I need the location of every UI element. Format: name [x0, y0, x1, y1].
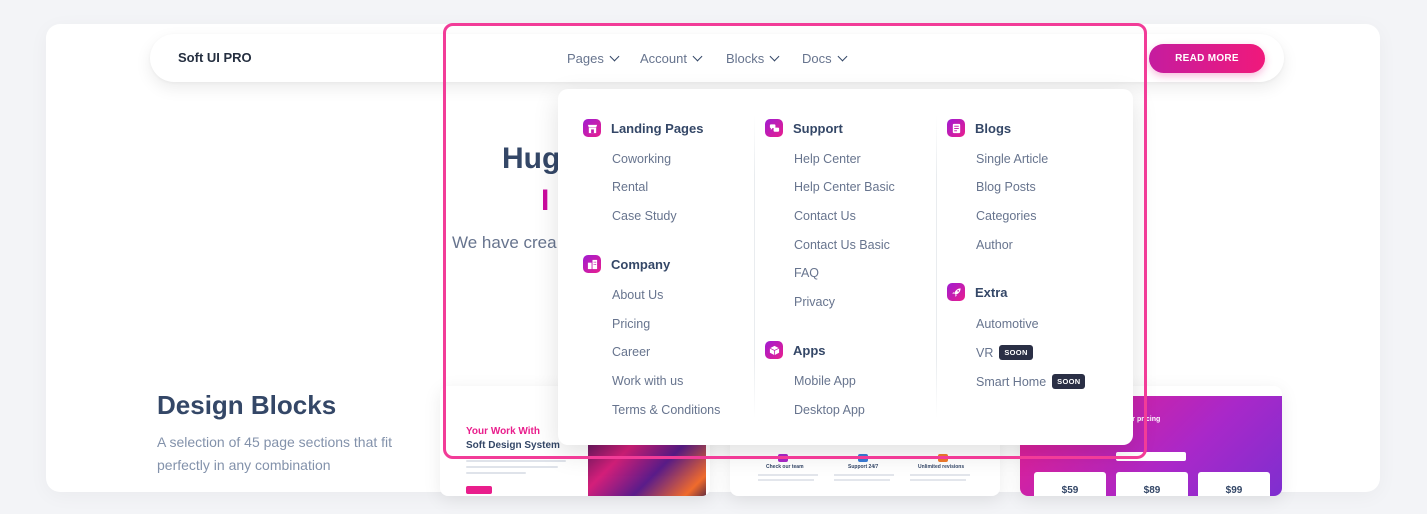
section-title: Landing Pages: [611, 120, 704, 136]
feature-label: Unlimited revisions: [918, 464, 965, 470]
brand-logo[interactable]: Soft UI PRO: [178, 50, 252, 65]
chevron-down-icon: [837, 51, 848, 62]
design-blocks-description: A selection of 45 page sections that fit…: [157, 434, 393, 473]
menu-link-label: Automotive: [976, 317, 1039, 331]
menu-link-vr[interactable]: VR SOON: [976, 345, 1033, 360]
hero-title-accent: I: [541, 184, 550, 217]
menu-link-work-with-us[interactable]: Work with us: [612, 374, 683, 388]
preview-heading: Your Work With: [466, 426, 540, 437]
menu-link-faq[interactable]: FAQ: [794, 266, 819, 280]
preview-text-line: [758, 479, 814, 481]
feature-label: Check our team: [766, 464, 804, 470]
section-company: Company: [583, 255, 670, 273]
menu-link-rental[interactable]: Rental: [612, 180, 648, 194]
section-title: Apps: [793, 342, 826, 358]
section-title: Extra: [975, 284, 1008, 300]
soon-badge: SOON: [1052, 374, 1086, 389]
section-landing-pages: Landing Pages: [583, 119, 703, 137]
menu-link-mobile-app[interactable]: Mobile App: [794, 374, 856, 388]
menu-link-contact-us[interactable]: Contact Us: [794, 209, 856, 223]
preview-button: [466, 486, 492, 494]
menu-link-case-study[interactable]: Case Study: [612, 209, 677, 223]
menu-link-contact-us-basic[interactable]: Contact Us Basic: [794, 238, 890, 252]
nav-blocks-label: Blocks: [726, 51, 765, 66]
pricing-toggle: [1116, 452, 1186, 461]
column-divider: [936, 115, 937, 419]
building-icon: [583, 255, 601, 273]
menu-link-automotive[interactable]: Automotive: [976, 317, 1039, 331]
rocket-icon: [947, 283, 965, 301]
preview-text-line: [466, 460, 566, 462]
feature-icon: [778, 454, 788, 462]
menu-link-terms[interactable]: Terms & Conditions: [612, 403, 720, 417]
hero-title: Hug: [502, 142, 561, 175]
soon-badge: SOON: [999, 345, 1033, 360]
box-icon: [765, 341, 783, 359]
hero-subtitle: We have crea: [452, 233, 557, 252]
menu-link-label: VR: [976, 345, 994, 360]
price-value: $59: [1061, 485, 1079, 496]
price-value: $89: [1143, 485, 1161, 496]
preview-text-line: [466, 466, 558, 468]
pages-dropdown-menu: Landing Pages Coworking Rental Case Stud…: [558, 89, 1133, 445]
nav-pages-label: Pages: [567, 51, 604, 66]
menu-link-blog-posts[interactable]: Blog Posts: [976, 180, 1036, 194]
menu-link-pricing[interactable]: Pricing: [612, 317, 650, 331]
price-card: $59: [1034, 472, 1106, 496]
feature-icon: [938, 454, 948, 462]
chevron-down-icon: [609, 51, 620, 62]
nav-account-label: Account: [640, 51, 687, 66]
section-apps: Apps: [765, 341, 826, 359]
menu-link-help-center[interactable]: Help Center: [794, 152, 861, 166]
menu-link-label: Smart Home: [976, 374, 1047, 389]
menu-link-desktop-app[interactable]: Desktop App: [794, 403, 865, 417]
nav-account[interactable]: Account: [640, 51, 703, 66]
nav-blocks[interactable]: Blocks: [726, 51, 780, 66]
nav-pages[interactable]: Pages: [567, 51, 620, 66]
menu-link-author[interactable]: Author: [976, 238, 1013, 252]
menu-link-categories[interactable]: Categories: [976, 209, 1036, 223]
preview-text-line: [758, 474, 818, 476]
preview-heading-2: Soft Design System: [466, 440, 560, 451]
column-divider: [754, 115, 755, 419]
section-extra: Extra: [947, 283, 1008, 301]
menu-link-career[interactable]: Career: [612, 345, 650, 359]
design-blocks-title: Design Blocks: [157, 390, 337, 420]
preview-text-line: [466, 472, 526, 474]
price-card: $89: [1116, 472, 1188, 496]
feature-label: Support 24/7: [848, 464, 879, 470]
section-blogs: Blogs: [947, 119, 1011, 137]
price-card: $99: [1198, 472, 1270, 496]
section-title: Company: [611, 256, 671, 272]
section-title: Support: [793, 120, 843, 136]
menu-link-about-us[interactable]: About Us: [612, 288, 663, 302]
store-icon: [583, 119, 601, 137]
menu-link-privacy[interactable]: Privacy: [794, 295, 835, 309]
preview-text-line: [834, 474, 894, 476]
feature-icon: [858, 454, 868, 462]
preview-text-line: [910, 479, 966, 481]
preview-text-line: [834, 479, 890, 481]
menu-link-smart-home[interactable]: Smart Home SOON: [976, 374, 1086, 389]
nav-docs[interactable]: Docs: [802, 51, 848, 66]
price-value: $99: [1225, 485, 1243, 496]
preview-text-line: [910, 474, 970, 476]
navbar: Soft UI PRO Pages Account Blocks Docs RE…: [150, 34, 1284, 82]
menu-link-help-center-basic[interactable]: Help Center Basic: [794, 180, 895, 194]
section-support: Support: [765, 119, 843, 137]
nav-docs-label: Docs: [802, 51, 832, 66]
chevron-down-icon: [769, 51, 780, 62]
section-title: Blogs: [975, 120, 1012, 136]
chat-icon: [765, 119, 783, 137]
menu-link-single-article[interactable]: Single Article: [976, 152, 1048, 166]
menu-link-coworking[interactable]: Coworking: [612, 152, 671, 166]
read-more-button[interactable]: READ MORE: [1149, 44, 1265, 73]
document-icon: [947, 119, 965, 137]
chevron-down-icon: [692, 51, 703, 62]
